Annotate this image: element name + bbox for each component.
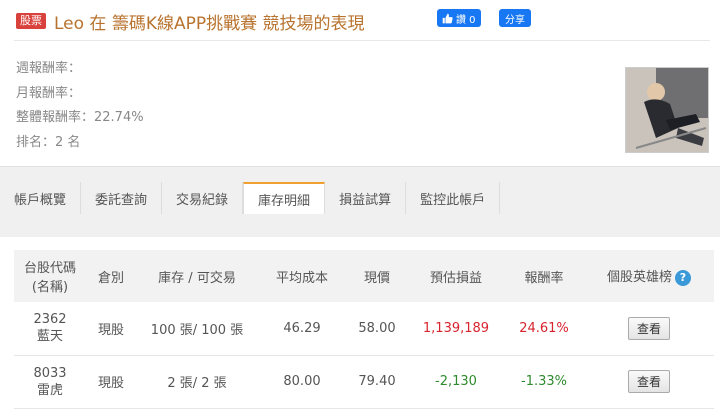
stock-code: 8033 xyxy=(33,365,67,381)
view-button[interactable]: 查看 xyxy=(627,316,670,340)
col-code: 台股代碼 (名稱) xyxy=(14,250,86,302)
stock-badge: 股票 xyxy=(16,13,46,29)
inventory-panel: 台股代碼 (名稱) 倉別 庫存 / 可交易 平均成本 現價 預估損益 報酬率 個… xyxy=(0,237,720,410)
col-hero-label: 個股英雄榜 xyxy=(606,270,672,286)
tab-account-overview[interactable]: 帳戶概覽 xyxy=(0,182,82,214)
col-return: 報酬率 xyxy=(524,270,564,286)
thumbs-up-icon xyxy=(442,13,453,23)
avg-cost: 80.00 xyxy=(258,355,346,409)
col-avg-cost: 平均成本 xyxy=(275,270,328,286)
hero-cell: 查看 xyxy=(584,302,714,356)
facebook-share-button[interactable]: 分享 xyxy=(499,9,531,27)
col-type: 倉別 xyxy=(97,270,124,286)
stock-code-cell[interactable]: 8033 雷虎 xyxy=(14,355,86,409)
tab-inventory-detail[interactable]: 庫存明細 xyxy=(243,182,326,214)
weekly-return: 週報酬率： xyxy=(16,61,82,76)
hero-cell: 查看 xyxy=(584,355,714,409)
stock-code: 2362 xyxy=(33,312,67,328)
col-code-line2: (名稱) xyxy=(31,280,69,295)
return-rate: 24.61% xyxy=(504,302,584,356)
stock-code-cell[interactable]: 2362 藍天 xyxy=(14,302,86,356)
page-title: Leo 在 籌碼K線APP挑戰賽 競技場的表現 xyxy=(54,13,365,34)
monthly-return: 月報酬率： xyxy=(16,85,82,101)
current-price: 79.40 xyxy=(346,355,408,409)
inventory-table: 台股代碼 (名稱) 倉別 庫存 / 可交易 平均成本 現價 預估損益 報酬率 個… xyxy=(14,250,714,409)
holding: 100 張/ 100 張 xyxy=(136,302,258,356)
share-label: 分享 xyxy=(505,14,525,26)
return-rate: -1.33% xyxy=(504,355,584,409)
account-tabs: 帳戶概覽 委託查詢 交易紀錄 庫存明細 損益試算 監控此帳戶 xyxy=(0,182,501,214)
col-holding: 庫存 / 可交易 xyxy=(158,270,236,286)
col-code-line1: 台股代碼 xyxy=(23,261,76,276)
facebook-like-button[interactable]: 讚 0 xyxy=(437,9,481,27)
table-header-row: 台股代碼 (名稱) 倉別 庫存 / 可交易 平均成本 現價 預估損益 報酬率 個… xyxy=(14,250,714,302)
estimated-pnl: -2,130 xyxy=(408,355,504,409)
stock-name: 雷虎 xyxy=(36,382,63,398)
position-type: 現股 xyxy=(86,355,136,409)
overall-return: 整體報酬率：22.74% xyxy=(16,110,144,125)
tab-pnl-calculator[interactable]: 損益試算 xyxy=(325,182,407,214)
col-hero: 個股英雄榜? xyxy=(584,250,714,302)
current-price: 58.00 xyxy=(346,302,408,356)
profile-header: 股票 Leo 在 籌碼K線APP挑戰賽 競技場的表現 讚 0 分享 週報酬率： … xyxy=(0,0,720,167)
stats-list: 週報酬率： 月報酬率： 整體報酬率：22.74% 排名：2 名 xyxy=(16,57,144,155)
table-row: 8033 雷虎 現股 2 張/ 2 張 80.00 79.40 -2,130 -… xyxy=(14,355,714,409)
header-divider xyxy=(14,40,710,41)
table-row: 2362 藍天 現股 100 張/ 100 張 46.29 58.00 1,13… xyxy=(14,302,714,356)
tab-order-query[interactable]: 委託查詢 xyxy=(81,182,163,214)
like-label: 讚 0 xyxy=(456,14,476,26)
rank: 排名：2 名 xyxy=(16,134,81,150)
avatar xyxy=(625,67,709,153)
tab-trade-history[interactable]: 交易紀錄 xyxy=(162,182,244,214)
avg-cost: 46.29 xyxy=(258,302,346,356)
avatar-photo xyxy=(626,68,708,152)
stock-name: 藍天 xyxy=(36,329,63,345)
holding: 2 張/ 2 張 xyxy=(136,355,258,409)
position-type: 現股 xyxy=(86,302,136,356)
title-row: 股票 Leo 在 籌碼K線APP挑戰賽 競技場的表現 xyxy=(16,8,365,34)
help-icon[interactable]: ? xyxy=(675,269,691,286)
col-pnl: 預估損益 xyxy=(429,270,482,286)
tab-monitor-account[interactable]: 監控此帳戶 xyxy=(406,182,501,214)
col-price: 現價 xyxy=(363,270,390,286)
view-button[interactable]: 查看 xyxy=(627,370,670,393)
estimated-pnl: 1,139,189 xyxy=(408,302,504,356)
